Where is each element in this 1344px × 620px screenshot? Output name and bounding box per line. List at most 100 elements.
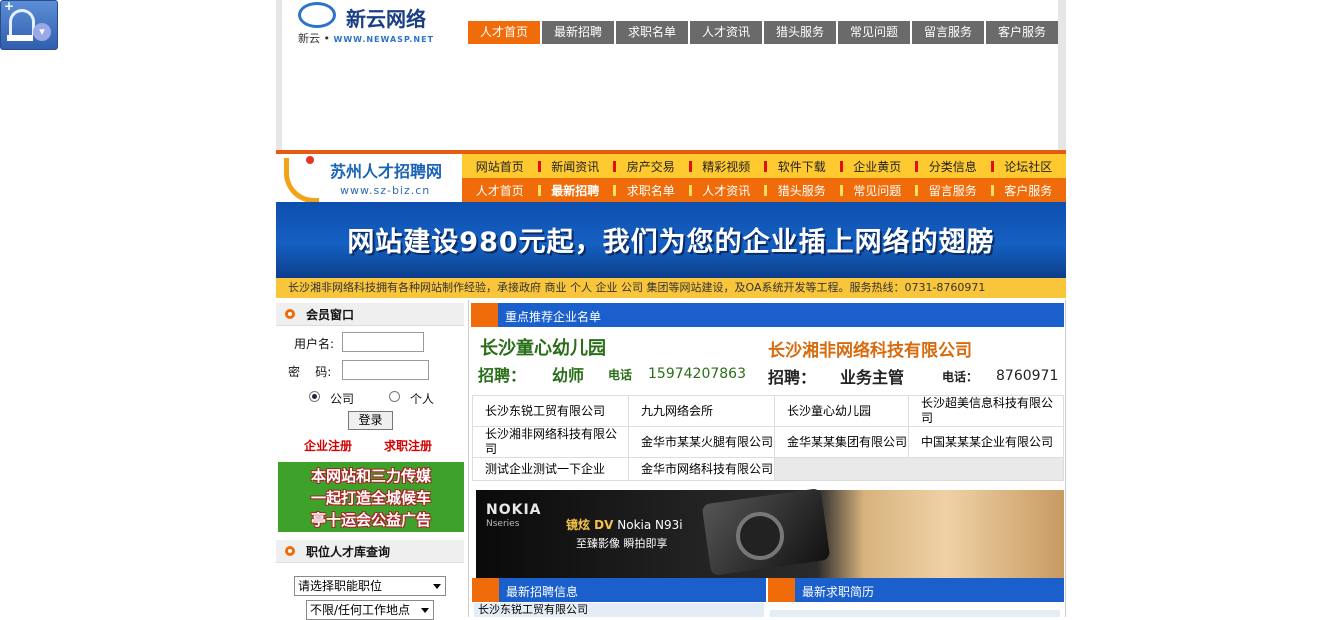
primary-nav-item[interactable]: 企业黄页 — [839, 158, 916, 175]
top-nav-item[interactable]: 最新招聘 — [542, 21, 614, 44]
featured-companies[interactable]: 长沙童心幼儿园 招聘： 幼师 电话 15974207863 长沙湘非网络科技有限… — [472, 330, 1064, 392]
primary-nav: 网站首页 新闻资讯 房产交易 精彩视频 软件下载 企业黄页 分类信息 论坛社区 — [462, 150, 1066, 178]
nokia-series: Nseries — [486, 519, 520, 529]
featured-title: 重点推荐企业名单 — [505, 310, 602, 324]
company-link[interactable]: 金华某某集团有限公司 — [774, 426, 909, 458]
site-logo[interactable]: 苏州人才招聘网 www.sz-biz.cn — [276, 150, 462, 203]
left-ad-line: 亭十运会公益广告 — [310, 511, 431, 529]
header-accent — [472, 578, 499, 602]
featured-left-hire: 招聘： — [478, 366, 527, 385]
top-nav: 人才首页 最新招聘 求职名单 人才资讯 猎头服务 常见问题 留言服务 客户服务 — [468, 21, 1060, 44]
top-nav-item[interactable]: 常见问题 — [838, 21, 910, 44]
logo-subtitle: 新云 • WWW.NEWASP.NET — [298, 32, 434, 45]
bullet-icon — [285, 309, 295, 319]
fingerprint-icon — [9, 9, 35, 35]
radio-company[interactable] — [309, 391, 320, 402]
featured-right-hire: 招聘： — [768, 368, 817, 387]
featured-header: 重点推荐企业名单 — [471, 303, 1064, 327]
primary-nav-item[interactable]: 网站首页 — [462, 158, 538, 175]
featured-left-name[interactable]: 长沙童心幼儿园 — [480, 334, 606, 360]
left-ad-line: 本网站和三力传媒 — [310, 467, 431, 485]
radio-person-label: 个人 — [410, 392, 435, 406]
top-nav-item[interactable]: 客户服务 — [986, 21, 1058, 44]
company-grid: 长沙东锐工贸有限公司 九九网络会所 长沙童心幼儿园 长沙超美信息科技有限公司 长… — [472, 395, 1064, 481]
nokia-ad-banner[interactable]: NOKIA Nseries 镜炫 DV Nokia N93i 至臻影像 瞬拍即享 — [476, 487, 1064, 578]
latest-jobs-header: 最新招聘信息 — [472, 578, 766, 602]
top-nav-item[interactable]: 人才资讯 — [690, 21, 762, 44]
chevron-down-icon[interactable]: ▾ — [33, 23, 51, 41]
location-select[interactable]: 不限/任何工作地点 — [306, 600, 434, 620]
search-header: 职位人才库查询 — [276, 540, 464, 563]
top-nav-item[interactable]: 求职名单 — [616, 21, 688, 44]
username-input[interactable] — [342, 332, 424, 352]
radio-person[interactable] — [389, 391, 400, 402]
table-row: 测试企业测试一下企业 金华市网络科技有限公司 — [472, 457, 1064, 481]
location-select-value: 不限/任何工作地点 — [310, 603, 411, 617]
company-link[interactable]: 长沙童心幼儿园 — [774, 395, 909, 427]
latest-job-item[interactable]: 长沙东锐工贸有限公司 — [474, 603, 764, 617]
top-nav-item[interactable]: 留言服务 — [912, 21, 984, 44]
primary-nav-item[interactable]: 论坛社区 — [990, 158, 1067, 175]
primary-nav-item[interactable]: 房产交易 — [613, 158, 689, 175]
member-window-header: 会员窗口 — [276, 303, 464, 326]
login-button[interactable]: 登录 — [348, 411, 393, 430]
company-link[interactable]: 长沙东锐工贸有限公司 — [472, 395, 629, 427]
company-register-link[interactable]: 企业注册 — [304, 437, 352, 454]
secondary-nav-item[interactable]: 人才资讯 — [688, 182, 765, 199]
nokia-slogan: 镜炫 DV Nokia N93i — [566, 518, 683, 532]
username-label: 用户名: — [294, 337, 335, 351]
empty-cell — [774, 457, 1064, 481]
position-select-value: 请选择职能职位 — [298, 579, 383, 593]
company-link[interactable]: 九九网络会所 — [628, 395, 775, 427]
left-ad-line: 一起打造全城候车 — [310, 489, 431, 507]
left-ad-banner[interactable]: 本网站和三力传媒 一起打造全城候车 亭十运会公益广告 — [278, 462, 464, 532]
chevron-down-icon — [421, 608, 429, 613]
promo-banner[interactable]: 网站建设980元起，我们为您的企业插上网络的翅膀 — [276, 202, 1066, 278]
search-title: 职位人才库查询 — [306, 545, 391, 559]
company-link[interactable]: 金华市网络科技有限公司 — [628, 457, 775, 481]
company-link[interactable]: 测试企业测试一下企业 — [472, 457, 629, 481]
secondary-nav-item[interactable]: 客户服务 — [990, 182, 1067, 199]
banner-text: 网站建设980元起，我们为您的企业插上网络的翅膀 — [347, 227, 995, 258]
company-link[interactable]: 中国某某某企业有限公司 — [908, 426, 1064, 458]
position-select[interactable]: 请选择职能职位 — [294, 576, 446, 596]
password-label: 密 码: — [288, 365, 332, 379]
featured-right-name[interactable]: 长沙湘非网络科技有限公司 — [768, 336, 972, 361]
nokia-brand: NOKIA — [486, 502, 542, 518]
secondary-nav-item[interactable]: 最新招聘 — [537, 182, 614, 199]
top-nav-item[interactable]: 人才首页 — [468, 21, 540, 44]
secondary-nav-item[interactable]: 人才首页 — [462, 182, 538, 199]
job-register-link[interactable]: 求职注册 — [384, 437, 432, 454]
latest-resumes-header: 最新求职简历 — [768, 578, 1064, 602]
secondary-nav-item[interactable]: 猎头服务 — [764, 182, 840, 199]
password-input[interactable] — [342, 360, 429, 380]
primary-nav-item[interactable]: 分类信息 — [915, 158, 991, 175]
company-link[interactable]: 金华市某某火腿有限公司 — [628, 426, 775, 458]
featured-left-tel-label: 电话 — [608, 368, 633, 382]
keyboard-icon — [7, 35, 33, 41]
secondary-nav-item[interactable]: 求职名单 — [613, 182, 689, 199]
logo-swirl-icon — [298, 2, 336, 28]
header-accent — [471, 303, 498, 327]
plus-icon[interactable]: + — [4, 0, 14, 13]
site-logo-url: www.sz-biz.cn — [340, 184, 431, 197]
primary-nav-item[interactable]: 精彩视频 — [688, 158, 765, 175]
primary-nav-item[interactable]: 软件下载 — [764, 158, 840, 175]
bullet-icon — [285, 546, 295, 556]
secondary-nav-item[interactable]: 留言服务 — [915, 182, 991, 199]
newasp-logo[interactable]: 新云网络 新云 • WWW.NEWASP.NET — [296, 0, 456, 45]
company-link[interactable]: 长沙湘非网络科技有限公司 — [472, 426, 629, 458]
featured-left-job: 幼师 — [552, 366, 585, 385]
latest-resume-item[interactable] — [770, 610, 1060, 617]
top-nav-item[interactable]: 猎头服务 — [764, 21, 836, 44]
featured-right-tel-label: 电话： — [942, 370, 979, 384]
company-link[interactable]: 长沙超美信息科技有限公司 — [908, 395, 1064, 427]
radio-company-label: 公司 — [330, 392, 355, 406]
secondary-nav-item[interactable]: 常见问题 — [839, 182, 916, 199]
primary-nav-item[interactable]: 新闻资讯 — [537, 158, 614, 175]
table-row: 长沙湘非网络科技有限公司 金华市某某火腿有限公司 金华某某集团有限公司 中国某某… — [472, 426, 1064, 458]
chevron-down-icon — [433, 584, 441, 589]
secondary-nav: 人才首页 最新招聘 求职名单 人才资讯 猎头服务 常见问题 留言服务 客户服务 — [462, 178, 1066, 202]
floating-toolbar-widget[interactable]: + ▾ — [0, 0, 58, 50]
camera-lens-icon — [736, 512, 784, 560]
